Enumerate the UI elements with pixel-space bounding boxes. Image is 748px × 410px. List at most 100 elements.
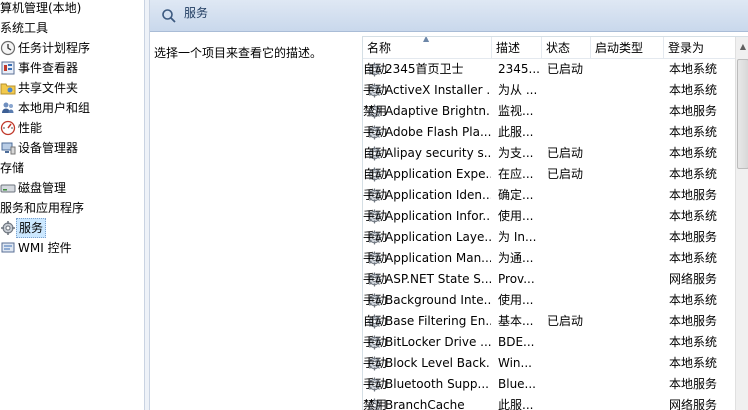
service-status [547,269,593,290]
column-header-logon-as[interactable]: 登录为 [664,37,735,59]
table-row[interactable]: Bluetooth Supp... Blue... 手动 本地服务 [363,374,733,395]
service-description-cell: 在应... [498,167,534,181]
scroll-up-icon[interactable]: ▲ [736,41,748,53]
service-logon-as: 本地服务 [669,377,718,391]
navigation-tree: 算机管理(本地) 系统工具 任务计划程序 事件查看器 共享文件夹 本地用户和组 … [0,0,144,410]
tree-item-label: 算机管理(本地) [0,1,82,15]
service-name: Application Man... [385,251,491,265]
service-name: BranchCache [385,398,465,410]
service-status [547,395,593,410]
sort-ascending-icon: ▲ [423,36,430,43]
table-row[interactable]: Application Expe... 在应... 已启动 自动 本地系统 [363,164,733,185]
service-startup-type: 自动 [363,314,388,328]
service-startup-type: 自动 [363,146,388,160]
tree-item-event-viewer[interactable]: 事件查看器 [0,58,140,78]
service-status [547,80,593,101]
column-header-name[interactable]: ▲ 名称 [363,37,492,59]
tree-item-performance[interactable]: 性能 [0,118,140,138]
service-description-cell: 为 In... [498,230,537,244]
service-startup-type: 手动 [363,356,388,370]
table-row[interactable]: Application Man... 为通... 手动 本地系统 [363,248,733,269]
service-name: Bluetooth Supp... [385,377,489,391]
scrollbar-thumb[interactable] [737,59,748,169]
table-row[interactable]: BranchCache 此服... 禁用 网络服务 [363,395,733,410]
service-description-cell: Win... [498,356,532,370]
service-description-cell: 使用... [498,293,534,307]
table-row[interactable]: Application Infor... 使用... 手动 本地系统 [363,206,733,227]
service-name: Application Infor... [385,209,491,223]
service-logon-as: 本地系统 [669,356,718,370]
service-status [547,206,593,227]
table-row[interactable]: Application Laye... 为 In... 手动 本地服务 [363,227,733,248]
service-description-cell: 此服... [498,125,534,139]
table-row[interactable]: Block Level Back... Win... 手动 本地系统 [363,353,733,374]
event-viewer-icon [0,60,16,76]
pane-header: 服务 [150,0,748,32]
service-startup-type: 自动 [363,167,388,181]
service-name: 2345首页卫士 [385,62,464,76]
column-header-description[interactable]: 描述 [492,37,542,59]
tree-item-wmi-control[interactable]: WMI 控件 [0,238,140,258]
service-name: Base Filtering En... [385,314,491,328]
service-status [547,248,593,269]
tree-item-label: 系统工具 [0,21,49,35]
service-status [547,374,593,395]
tree-item-device-manager[interactable]: 设备管理器 [0,138,140,158]
tree-item-label: 服务和应用程序 [0,201,85,215]
performance-icon [0,120,16,136]
table-row[interactable]: Alipay security s... 为支... 已启动 自动 本地系统 [363,143,733,164]
column-header-startup-type[interactable]: 启动类型 [591,37,664,59]
search-icon [160,7,178,25]
service-startup-type: 手动 [363,293,388,307]
service-status: 已启动 [547,62,584,76]
column-header-label: 启动类型 [595,41,644,55]
service-status [547,353,593,374]
page-title: 服务 [184,6,209,20]
table-row[interactable]: BitLocker Drive ... BDE... 手动 本地系统 [363,332,733,353]
service-description-cell: 此服... [498,398,534,410]
tree-item-label: 任务计划程序 [18,41,91,55]
service-description-cell: 为通... [498,251,534,265]
service-startup-type: 手动 [363,272,388,286]
service-name: Adobe Flash Pla... [385,125,491,139]
table-row[interactable]: 2345首页卫士 2345... 已启动 自动 本地系统 [363,59,733,80]
service-name: Alipay security s... [385,146,491,160]
table-row[interactable]: Adaptive Brightn... 监视... 禁用 本地服务 [363,101,733,122]
table-row[interactable]: ActiveX Installer ... 为从 ... 手动 本地系统 [363,80,733,101]
tree-item-disk-management[interactable]: 磁盘管理 [0,178,140,198]
tree-item-label: 磁盘管理 [18,181,67,195]
service-logon-as: 网络服务 [669,272,718,286]
service-description-cell: BDE... [498,335,535,349]
tree-item-label: 服务 [16,218,47,238]
service-name: Application Expe... [385,167,491,181]
table-row[interactable]: Background Inte... 使用... 手动 本地系统 [363,290,733,311]
vertical-scrollbar[interactable]: ▲ [735,37,748,410]
table-row[interactable]: Adobe Flash Pla... 此服... 手动 本地系统 [363,122,733,143]
service-logon-as: 本地系统 [669,146,718,160]
column-header-status[interactable]: 状态 [542,37,591,59]
service-logon-as: 本地系统 [669,83,718,97]
service-status: 已启动 [547,146,584,160]
column-header-label: 状态 [546,41,571,55]
services-gear-icon [0,220,16,236]
tree-item-local-users-groups[interactable]: 本地用户和组 [0,98,140,118]
tree-item-label: 设备管理器 [18,141,79,155]
service-logon-as: 本地系统 [669,209,718,223]
service-logon-as: 本地系统 [669,125,718,139]
services-pane: 服务 选择一个项目来查看它的描述。 ▲ 名称 描述 状态 启动类型 登录为 23… [150,0,748,410]
service-status: 已启动 [547,314,584,328]
service-startup-type: 手动 [363,230,388,244]
table-row[interactable]: ASP.NET State S... Prov... 手动 网络服务 [363,269,733,290]
service-description-cell: 确定... [498,188,534,202]
service-name: ActiveX Installer ... [385,83,491,97]
table-row[interactable]: Application Iden... 确定... 手动 本地服务 [363,185,733,206]
service-name: Background Inte... [385,293,491,307]
table-row[interactable]: Base Filtering En... 基本... 已启动 自动 本地服务 [363,311,733,332]
tree-item-task-scheduler[interactable]: 任务计划程序 [0,38,140,58]
tree-item-label: 性能 [18,121,43,135]
service-status [547,332,593,353]
tree-item-shared-folders[interactable]: 共享文件夹 [0,78,140,98]
service-name: BitLocker Drive ... [385,335,491,349]
tree-item-services[interactable]: 服务 [0,218,140,238]
service-startup-type: 手动 [363,251,388,265]
